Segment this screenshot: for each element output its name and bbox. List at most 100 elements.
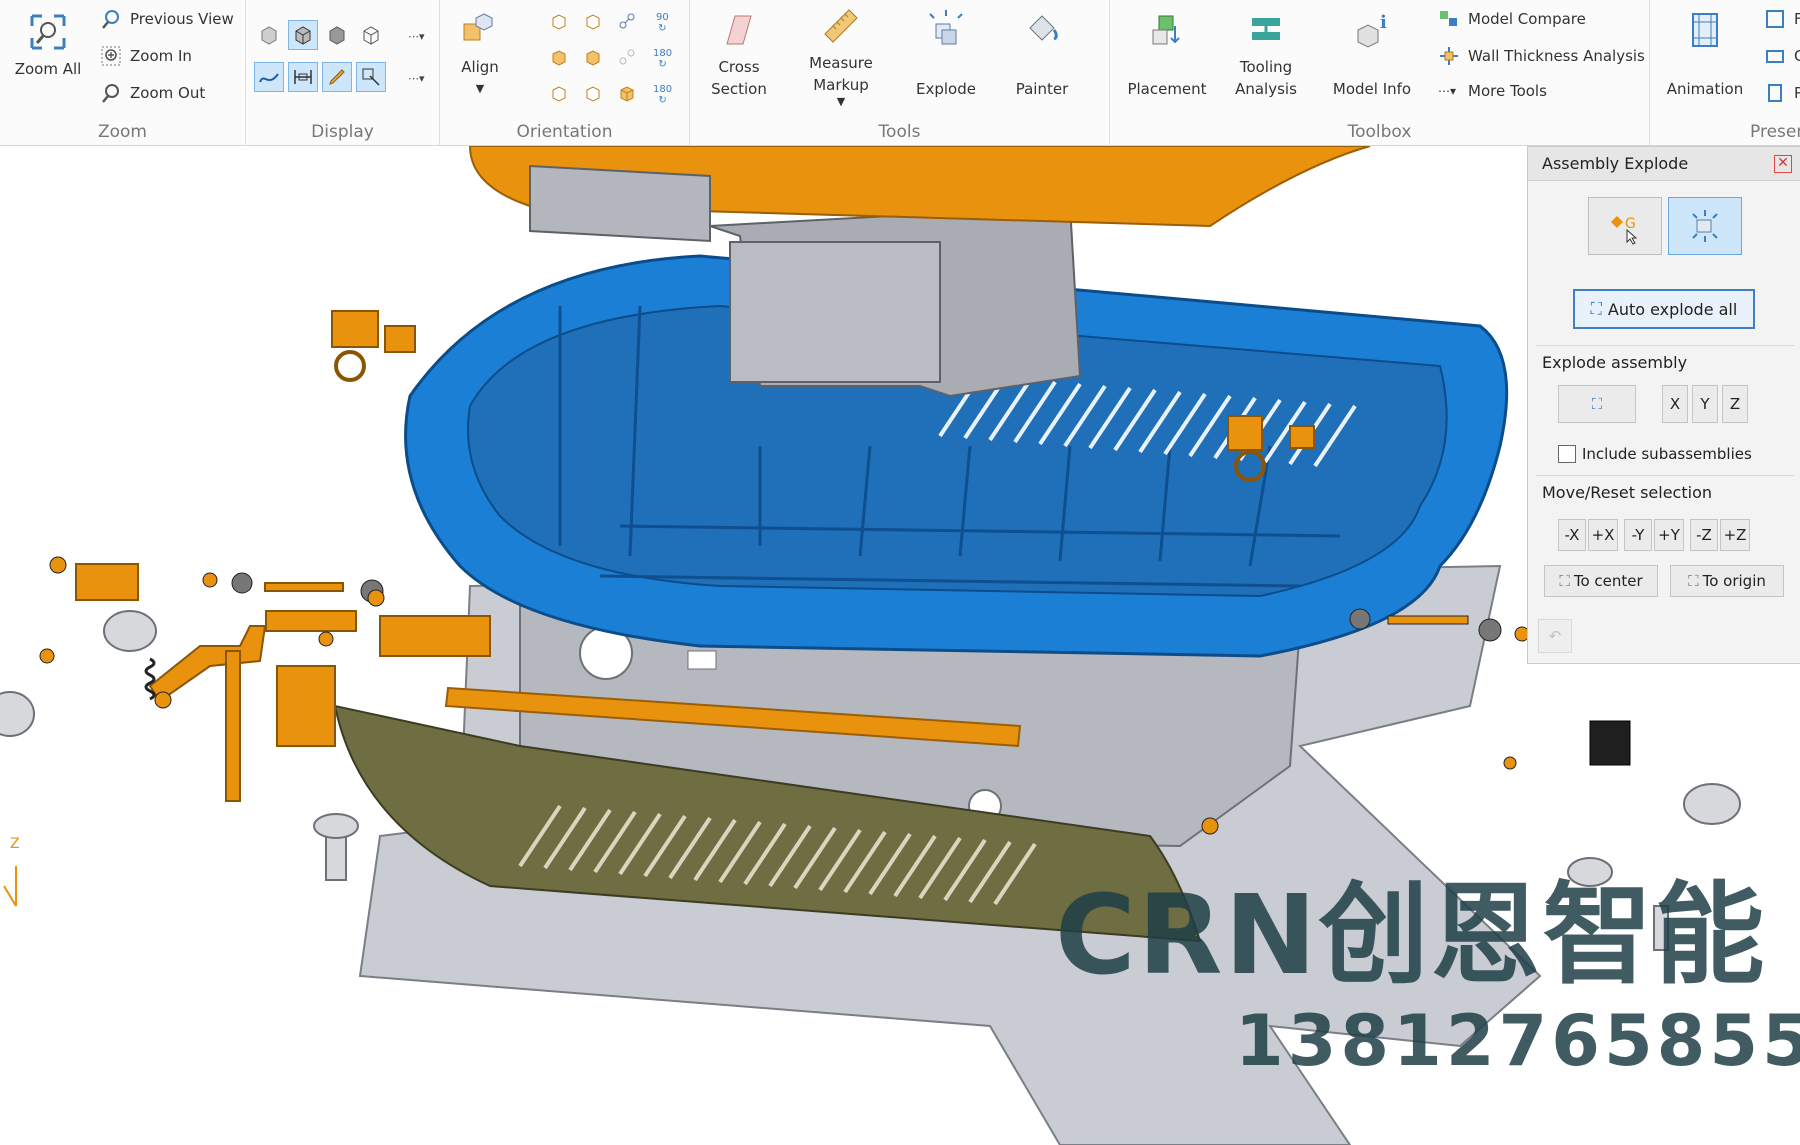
explode-z-button[interactable]: Z [1722,385,1748,423]
painter-button[interactable]: Painter [1002,8,1082,100]
placement-button[interactable]: Placement [1124,8,1210,100]
move-minus-y-button[interactable]: -Y [1624,519,1652,551]
flip-180-button[interactable]: 180 ↻ [653,84,672,106]
align-icon [463,13,493,41]
undo-icon: ↶ [1548,627,1562,645]
more-tools-icon: ⋯▾ [1438,84,1457,98]
view-rotate-disabled-tile[interactable] [612,42,642,72]
view-rotate-tile[interactable] [612,6,642,36]
zoom-all-button[interactable]: Zoom All [12,10,84,80]
explode-mode-select-button[interactable]: G [1588,197,1662,255]
model-compare-button[interactable]: Model Compare [1438,8,1586,30]
explode-assembly-button[interactable]: ⛶ [1558,385,1636,423]
presentation-item-1[interactable]: F [1764,8,1800,30]
dimension-icon [294,70,312,84]
view-right-tile[interactable] [578,78,608,108]
zoom-in-button[interactable]: Zoom In [100,45,192,67]
model-compare-icon [1440,11,1457,26]
cube-shaded-icon [261,26,277,45]
undo-button[interactable]: ↶ [1538,619,1572,653]
move-reset-heading: Move/Reset selection [1542,483,1712,502]
explode-y-button[interactable]: Y [1692,385,1718,423]
explode-button[interactable]: Explode [906,8,986,100]
move-plus-x-button[interactable]: +X [1588,519,1618,551]
view-front-tile[interactable] [544,6,574,36]
view-bottom-tile[interactable] [578,42,608,72]
tools-group-label: Tools [878,122,921,142]
measure-dropdown-icon: ▼ [836,95,846,108]
display-dimensions-tile[interactable] [288,62,318,92]
publish-icon [1768,84,1782,102]
display-wireframe-tile[interactable] [356,20,386,50]
checkbox-box[interactable] [1558,445,1576,463]
pencil-icon [329,69,345,85]
model-info-button[interactable]: i Model Info [1328,8,1416,100]
cube-back-icon [586,14,600,30]
paint-bucket-icon [1029,15,1058,41]
rocker-switch [1589,720,1631,766]
view-back-tile[interactable] [578,6,608,36]
display-hidden-lines-tile[interactable] [322,20,352,50]
zoom-out-button[interactable]: Zoom Out [100,82,205,104]
move-minus-z-button[interactable]: -Z [1690,519,1718,551]
pmi-icon [362,68,380,86]
view-top-tile[interactable] [544,42,574,72]
curve-icon [259,73,279,83]
align-button[interactable]: Align ▼ [452,8,508,100]
orientation-group: Align ▼ 90 ↻ 180 ↻ 180 ↻ Orientation [440,0,690,146]
display-curves-tile[interactable] [254,62,284,92]
ribbon: Zoom All Previous View Zoom In Zoom Out … [0,0,1800,146]
view-left-tile[interactable] [544,78,574,108]
more-tools-button[interactable]: ⋯▾ More Tools [1438,82,1547,100]
display-annotation-dropdown-icon[interactable]: ⋯▾ [408,72,425,85]
display-shaded-tile[interactable] [254,20,284,50]
align-dropdown-icon: ▼ [475,82,485,95]
presentation-item-2[interactable]: C [1764,45,1800,67]
cube-right-icon [586,86,600,102]
display-markup-tile[interactable] [322,62,352,92]
rotate-180-button[interactable]: 180 ↻ [653,48,672,70]
zoom-group: Zoom All Previous View Zoom In Zoom Out … [0,0,246,146]
watermark-crn-a: CR [1055,871,1225,999]
view-iso-tile[interactable] [612,78,642,108]
presentation-item-3[interactable]: P [1764,82,1800,104]
animation-button[interactable]: Animation [1656,8,1754,100]
axis-triad-z-label: Z [10,836,20,852]
explode-x-button[interactable]: X [1662,385,1688,423]
tools-group: Cross Section Measure Markup ▼ Explode P… [690,0,1110,146]
to-origin-button[interactable]: ⛶ To origin [1670,565,1784,597]
panel-title-bar: Assembly Explode ✕ [1528,147,1800,181]
zoom-group-label: Zoom [97,122,147,142]
wall-thickness-icon [1440,47,1458,65]
measure-markup-button[interactable]: Measure Markup ▼ [798,4,884,108]
display-mode-dropdown-icon[interactable]: ⋯▾ [408,30,425,43]
rotate-parts-icon [619,13,635,29]
explode-icon [1692,210,1718,242]
previous-view-button[interactable]: Previous View [100,8,234,30]
display-pmi-tile[interactable] [356,62,386,92]
zoom-all-label: Zoom All [14,60,82,78]
panel-close-button[interactable]: ✕ [1774,155,1792,173]
ruler-icon [824,9,858,43]
explode-icon [929,10,963,45]
gray-block [529,164,711,243]
explode-mode-explode-button[interactable] [1668,197,1742,255]
move-plus-z-button[interactable]: +Z [1720,519,1750,551]
close-icon: ✕ [1777,155,1789,171]
include-subassemblies-checkbox[interactable]: Include subassemblies [1558,445,1752,463]
cross-section-button[interactable]: Cross Section [704,8,774,100]
display-shaded-edges-tile[interactable] [288,20,318,50]
auto-explode-all-button[interactable]: ⛶ Auto explode all [1573,289,1755,329]
tooling-analysis-button[interactable]: Tooling Analysis [1226,8,1306,100]
zoom-out-icon [102,84,119,103]
to-center-button[interactable]: ⛶ To center [1544,565,1658,597]
move-minus-x-button[interactable]: -X [1558,519,1586,551]
previous-view-icon [102,10,119,29]
zoom-in-icon [101,46,121,66]
display-group: ⋯▾ ⋯▾ Display [246,0,440,146]
auto-explode-icon: ⛶ [1590,299,1602,318]
wall-thickness-button[interactable]: Wall Thickness Analysis [1438,45,1645,67]
move-plus-y-button[interactable]: +Y [1654,519,1684,551]
rotate-90-button[interactable]: 90 ↻ [656,12,669,34]
cube-hidden-icon [329,26,345,45]
